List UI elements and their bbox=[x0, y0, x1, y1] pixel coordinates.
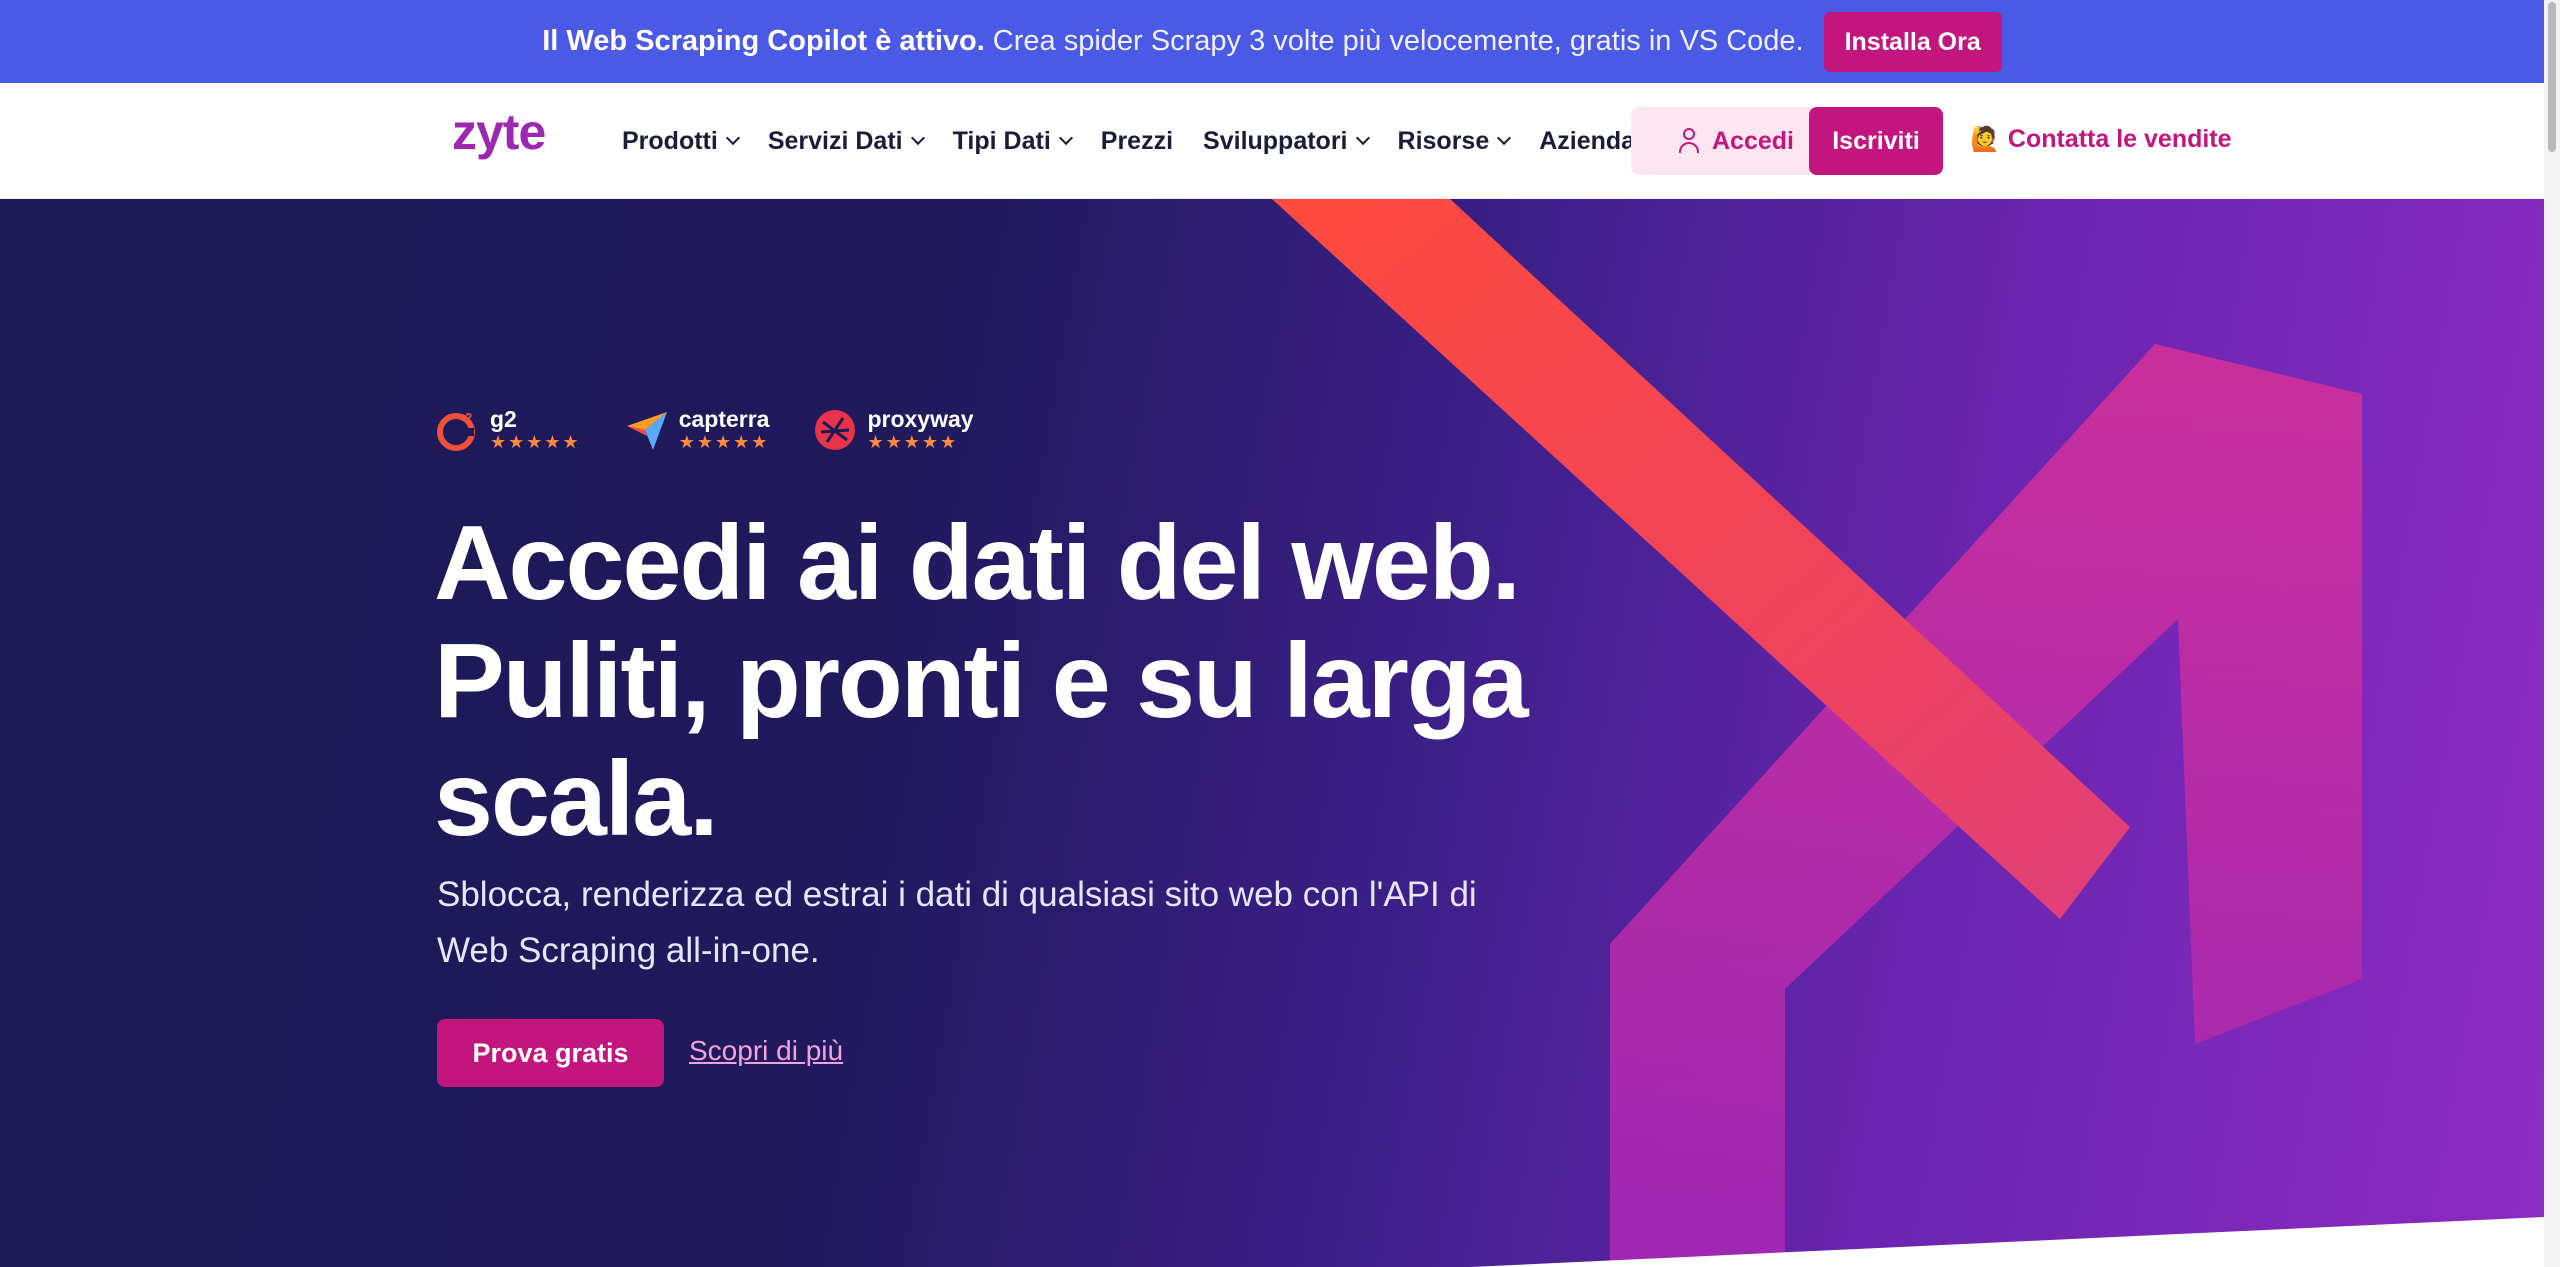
install-now-button[interactable]: Installa Ora bbox=[1823, 11, 2002, 72]
headline-line-3: scala. bbox=[434, 740, 719, 858]
capterra-logo-icon bbox=[626, 412, 667, 450]
g2-rating[interactable]: 2 g2 ★★★★★ bbox=[436, 407, 581, 453]
headline-line-2: Puliti, pronti e su larga bbox=[434, 622, 1529, 740]
scrollbar-thumb[interactable] bbox=[2548, 2, 2556, 152]
chevron-down-icon bbox=[1058, 130, 1073, 146]
nav-item-label: Risorse bbox=[1397, 126, 1490, 155]
person-raising-hand-icon: 🙋 bbox=[1970, 126, 2000, 153]
nav-item-prezzi[interactable]: Prezzi bbox=[1101, 123, 1173, 159]
user-icon bbox=[1678, 128, 1700, 154]
rating-name: g2 bbox=[490, 406, 517, 432]
learn-more-link[interactable]: Scopri di più bbox=[689, 1035, 843, 1067]
rating-name: proxyway bbox=[867, 406, 974, 432]
hero-section: 2 g2 ★★★★★ capterra ★★★★★ proxyway ★★★★★… bbox=[0, 199, 2544, 1267]
proxyway-rating[interactable]: proxyway ★★★★★ bbox=[813, 406, 974, 453]
contact-sales-label: Contatta le vendite bbox=[2007, 125, 2232, 153]
nav-item-sviluppatori[interactable]: Sviluppatori bbox=[1203, 123, 1370, 159]
announcement-banner: Il Web Scraping Copilot è attivo. Crea s… bbox=[0, 0, 2544, 83]
site-header: zyte Prodotti Servizi Dati Tipi Dati Pre… bbox=[0, 83, 2544, 199]
rating-stars: ★★★★★ bbox=[867, 432, 959, 452]
rating-stars: ★★★★★ bbox=[678, 432, 770, 452]
svg-text:2: 2 bbox=[465, 410, 472, 425]
chevron-down-icon bbox=[1497, 130, 1512, 146]
nav-item-label: Servizi Dati bbox=[767, 126, 903, 155]
review-badges: 2 g2 ★★★★★ capterra ★★★★★ proxyway ★★★★★ bbox=[436, 407, 1018, 453]
page-scrollbar[interactable] bbox=[2544, 0, 2560, 1267]
nav-item-servizi-dati[interactable]: Servizi Dati bbox=[767, 123, 925, 159]
nav-item-label: Prezzi bbox=[1100, 126, 1174, 155]
nav-item-label: Sviluppatori bbox=[1203, 126, 1348, 155]
hero-subtitle: Sblocca, renderizza ed estrai i dati di … bbox=[437, 875, 1477, 970]
zyte-logo[interactable]: zyte bbox=[452, 103, 546, 161]
nav-item-risorse[interactable]: Risorse bbox=[1397, 123, 1512, 159]
chevron-down-icon bbox=[1355, 130, 1370, 146]
banner-text: Crea spider Scrapy 3 volte più velocemen… bbox=[992, 25, 1804, 57]
banner-strong-text: Il Web Scraping Copilot è attivo. bbox=[542, 25, 985, 57]
nav-item-prodotti[interactable]: Prodotti bbox=[622, 123, 740, 159]
rating-stars: ★★★★★ bbox=[490, 432, 581, 452]
login-label: Accedi bbox=[1712, 126, 1794, 155]
headline-line-1: Accedi ai dati del web. bbox=[434, 504, 1521, 622]
signup-button[interactable]: Iscriviti bbox=[1809, 107, 1943, 175]
rating-name: capterra bbox=[678, 406, 770, 432]
contact-sales-link[interactable]: 🙋 Contatta le vendite bbox=[1970, 125, 2232, 154]
proxyway-logo-icon bbox=[815, 410, 856, 450]
nav-item-tipi-dati[interactable]: Tipi Dati bbox=[952, 123, 1073, 159]
chevron-down-icon bbox=[910, 130, 925, 146]
hero-headline: Accedi ai dati del web. Puliti, pronti e… bbox=[434, 504, 1554, 858]
nav-item-label: Prodotti bbox=[622, 126, 718, 155]
main-nav: Prodotti Servizi Dati Tipi Dati Prezzi S… bbox=[622, 123, 1685, 159]
nav-item-label: Tipi Dati bbox=[952, 126, 1051, 155]
g2-logo-icon: 2 bbox=[437, 410, 475, 451]
capterra-rating[interactable]: capterra ★★★★★ bbox=[625, 406, 770, 453]
try-free-button[interactable]: Prova gratis bbox=[437, 1019, 664, 1087]
nav-item-label: Azienda bbox=[1539, 126, 1636, 155]
chevron-down-icon bbox=[725, 130, 740, 146]
